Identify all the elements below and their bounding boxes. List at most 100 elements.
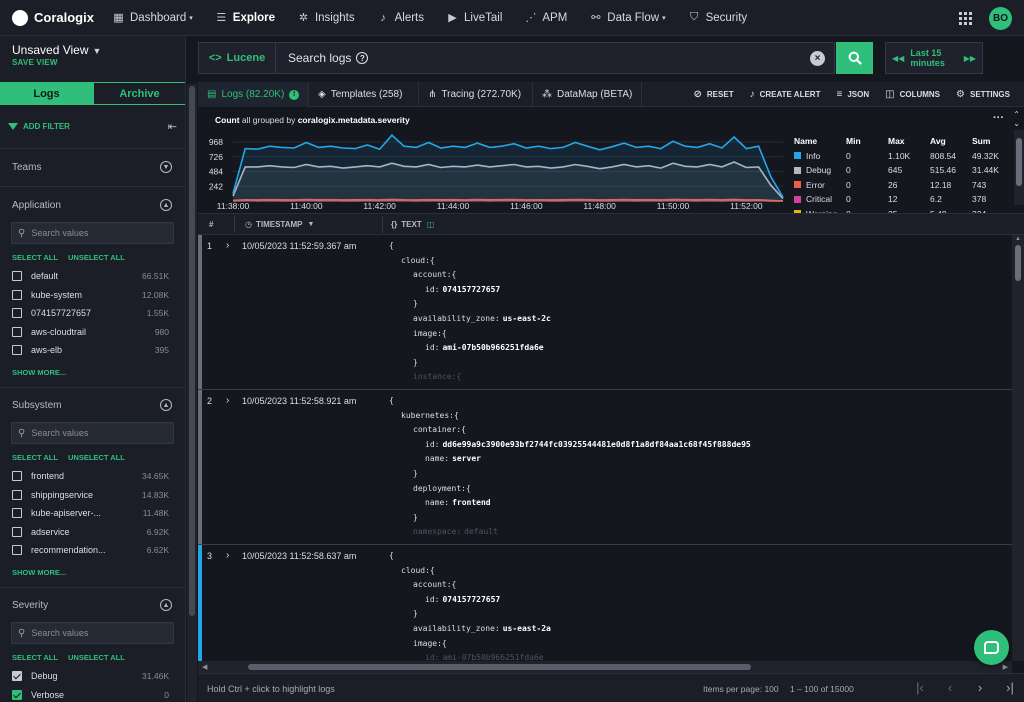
grid-horizontal-scrollbar[interactable]: ◀ ▶ bbox=[198, 661, 1012, 673]
previous-page-icon[interactable]: ‹ bbox=[935, 680, 965, 695]
scrollbar-thumb[interactable] bbox=[1016, 138, 1022, 186]
more-options-icon[interactable]: ··· bbox=[993, 112, 1004, 124]
scrollbar-thumb[interactable] bbox=[1015, 245, 1021, 281]
search-logs-input[interactable]: Search logs ? × bbox=[275, 42, 835, 74]
filter-option[interactable]: default 66.51K bbox=[12, 269, 169, 283]
expand-column-icon[interactable]: ◫ bbox=[427, 220, 435, 229]
sidebar-scrollbar[interactable] bbox=[187, 84, 197, 702]
coralogix-logo[interactable]: Coralogix bbox=[12, 9, 112, 26]
filter-option[interactable]: aws-elb 395 bbox=[12, 343, 169, 357]
legend-row[interactable]: Error 0 26 12.18 743 bbox=[794, 178, 1012, 193]
scrollbar-thumb[interactable] bbox=[189, 86, 195, 616]
show-more-button[interactable]: SHOW MORE... bbox=[12, 368, 66, 377]
show-more-button[interactable]: SHOW MORE... bbox=[12, 568, 66, 577]
chat-support-button[interactable] bbox=[974, 630, 1009, 665]
create-alert-button[interactable]: ♪ CREATE ALERT bbox=[750, 89, 821, 100]
filter-option[interactable]: frontend 34.65K bbox=[12, 469, 169, 483]
save-view-button[interactable]: SAVE VIEW bbox=[12, 58, 58, 67]
forward-icon[interactable]: ▶▶ bbox=[964, 54, 976, 63]
columns-button[interactable]: ◫ COLUMNS bbox=[885, 89, 940, 100]
chevron-up-icon[interactable]: ▲ bbox=[160, 399, 172, 411]
checkbox[interactable] bbox=[12, 526, 22, 537]
select-all-button[interactable]: SELECT ALL bbox=[12, 253, 58, 262]
apps-grid-icon[interactable] bbox=[959, 12, 972, 25]
rewind-icon[interactable]: ◀◀ bbox=[892, 54, 904, 63]
filter-option[interactable]: recommendation... 6.62K bbox=[12, 543, 169, 557]
nav-item-apm[interactable]: ⋰ APM bbox=[524, 11, 567, 25]
legend-scrollbar[interactable] bbox=[1014, 130, 1024, 205]
filter-option[interactable]: shippingservice 14.83K bbox=[12, 488, 169, 502]
filter-option[interactable]: 074157727657 1.55K bbox=[12, 306, 169, 320]
checkbox[interactable] bbox=[12, 489, 22, 500]
select-all-button[interactable]: SELECT ALL bbox=[12, 653, 58, 662]
legend-row[interactable]: Debug 0 645 515.46 31.44K bbox=[794, 163, 1012, 178]
legend-row[interactable]: Critical 0 12 6.2 378 bbox=[794, 192, 1012, 207]
chevron-down-icon[interactable]: ▼ bbox=[160, 161, 172, 173]
collapse-sidebar-icon[interactable]: ⇤ bbox=[168, 120, 177, 133]
expand-chart-icon[interactable]: ⌃ ⌄ bbox=[1013, 110, 1020, 128]
chevron-up-icon[interactable]: ▲ bbox=[160, 199, 172, 211]
expand-row-icon[interactable]: › bbox=[226, 240, 229, 251]
select-all-button[interactable]: SELECT ALL bbox=[12, 453, 58, 462]
checkbox[interactable] bbox=[12, 308, 22, 318]
legend-row[interactable]: Info 0 1.10K 808.54 49.32K bbox=[794, 149, 1012, 164]
nav-item-insights[interactable]: ✲ Insights bbox=[297, 11, 355, 25]
clear-icon[interactable]: × bbox=[810, 51, 825, 66]
checkbox[interactable] bbox=[12, 271, 22, 281]
query-mode-button[interactable]: <> Lucene bbox=[198, 42, 276, 74]
filter-option[interactable]: aws-cloudtrail 980 bbox=[12, 325, 169, 339]
unselect-all-button[interactable]: UNSELECT ALL bbox=[68, 653, 125, 662]
json-button[interactable]: ≡ JSON bbox=[836, 89, 869, 100]
log-row[interactable]: 1 › 10/05/2023 11:52:59.367 am{cloud:{acco… bbox=[198, 235, 1012, 390]
nav-item-data-flow[interactable]: ⚯ Data Flow ▾ bbox=[589, 11, 665, 25]
help-icon[interactable]: ? bbox=[356, 52, 369, 64]
last-page-icon[interactable]: ›| bbox=[995, 680, 1024, 695]
legend-header-cell[interactable]: Max bbox=[888, 136, 930, 146]
nav-item-explore[interactable]: ☰ Explore bbox=[215, 11, 275, 25]
checkbox[interactable] bbox=[12, 689, 22, 700]
scroll-right-icon[interactable]: ▶ bbox=[1003, 663, 1008, 671]
next-page-icon[interactable]: › bbox=[965, 680, 995, 695]
subsystem-search-input[interactable] bbox=[31, 428, 162, 438]
sort-desc-icon[interactable]: ▼ bbox=[308, 221, 315, 228]
checkbox[interactable] bbox=[12, 289, 22, 300]
filter-option[interactable]: Verbose 0 bbox=[12, 688, 169, 702]
legend-header-cell[interactable]: Avg bbox=[930, 136, 972, 146]
filter-option[interactable]: adservice 6.92K bbox=[12, 525, 169, 539]
add-filter-button[interactable]: ADD FILTER bbox=[8, 122, 70, 131]
user-avatar[interactable]: BO bbox=[989, 7, 1012, 30]
scroll-left-icon[interactable]: ◀ bbox=[202, 663, 207, 671]
checkbox[interactable] bbox=[12, 471, 22, 481]
legend-header-cell[interactable]: Sum bbox=[972, 136, 1012, 146]
expand-row-icon[interactable]: › bbox=[226, 550, 229, 561]
tab-logs[interactable]: Logs bbox=[0, 82, 93, 105]
filter-option[interactable]: kube-system 12.08K bbox=[12, 288, 169, 302]
legend-header-cell[interactable]: Name bbox=[794, 136, 846, 146]
scrollbar-thumb[interactable] bbox=[248, 664, 751, 670]
column-timestamp[interactable]: ◷ TIMESTAMP ▼ bbox=[245, 214, 314, 235]
application-search-input[interactable] bbox=[31, 228, 162, 238]
expand-row-icon[interactable]: › bbox=[226, 395, 229, 406]
checkbox[interactable] bbox=[12, 545, 22, 555]
checkbox[interactable] bbox=[12, 326, 22, 337]
filter-option[interactable]: Debug 31.46K bbox=[12, 669, 169, 683]
checkbox[interactable] bbox=[12, 345, 22, 355]
tab-templates[interactable]: ◈ Templates (258) bbox=[309, 82, 419, 107]
log-row[interactable]: 2 › 10/05/2023 11:52:58.921 am{kubernetes:… bbox=[198, 390, 1012, 545]
settings-button[interactable]: ⚙ SETTINGS bbox=[956, 89, 1010, 100]
severity-search-input[interactable] bbox=[31, 628, 162, 638]
nav-item-alerts[interactable]: ♪ Alerts bbox=[377, 12, 424, 24]
chevron-up-icon[interactable]: ▲ bbox=[160, 599, 172, 611]
reset-button[interactable]: ⊘ RESET bbox=[694, 89, 734, 100]
unselect-all-button[interactable]: UNSELECT ALL bbox=[68, 253, 125, 262]
nav-item-dashboard[interactable]: ▦ Dashboard ▾ bbox=[112, 11, 192, 25]
log-row[interactable]: 3 › 10/05/2023 11:52:58.637 am{cloud:{acco… bbox=[198, 545, 1012, 661]
items-per-page[interactable]: Items per page: 100 bbox=[703, 684, 779, 694]
time-range-picker[interactable]: ◀◀ Last 15 minutes ▶▶ bbox=[885, 42, 983, 74]
nav-item-security[interactable]: ⛉ Security bbox=[688, 11, 747, 24]
scroll-up-icon[interactable]: ▲ bbox=[1015, 236, 1021, 242]
grid-vertical-scrollbar[interactable]: ▲ bbox=[1012, 235, 1024, 661]
checkbox[interactable] bbox=[12, 671, 22, 681]
legend-header-cell[interactable]: Min bbox=[846, 136, 888, 146]
checkbox[interactable] bbox=[12, 508, 22, 518]
